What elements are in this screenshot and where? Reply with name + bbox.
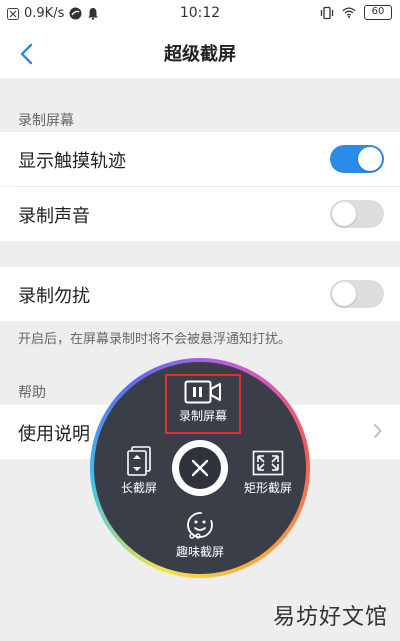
record-screen-highlight [165,374,241,434]
row-record-sound[interactable]: 录制声音 [0,187,400,241]
row-label-record-dnd: 录制勿扰 [18,286,90,307]
close-button-inner [179,447,221,489]
wifi-icon [342,6,356,20]
status-bar: 0.9K/s 10:12 60 [0,0,400,28]
section-label-record: 录制屏幕 [18,113,74,129]
page-title: 超级截屏 [164,44,236,65]
chevron-right-icon [373,423,382,439]
fun-screenshot-button[interactable]: 趣味截屏 [168,510,232,560]
row-label-show-touch: 显示触摸轨迹 [18,151,126,172]
toggle-knob [332,202,356,226]
battery-indicator: 60 [364,5,392,20]
vibrate-icon [320,6,334,20]
close-menu-button[interactable] [172,440,228,496]
long-screenshot-icon [127,446,151,476]
row-record-dnd[interactable]: 录制勿扰 [0,267,400,321]
toggle-knob [358,147,382,171]
row-label-instructions: 使用说明 [18,424,90,445]
rect-screenshot-icon [252,450,284,476]
toggle-record-dnd[interactable] [330,280,384,308]
toggle-show-touch[interactable] [330,145,384,173]
close-icon [191,459,209,477]
header: 超级截屏 [0,28,400,78]
rect-screenshot-label: 矩形截屏 [243,481,292,495]
toggle-knob [332,282,356,306]
section-label-help: 帮助 [18,385,46,401]
row-label-record-sound: 录制声音 [18,206,90,227]
watermark: 易坊好文馆 [272,605,388,630]
dnd-hint: 开启后，在屏幕录制时将不会被悬浮通知打扰。 [18,332,292,347]
smiley-scissors-icon [187,512,213,539]
row-show-touch[interactable]: 显示触摸轨迹 [0,132,400,186]
fun-screenshot-label: 趣味截屏 [175,545,224,559]
status-right: 60 [320,5,392,20]
rect-screenshot-button[interactable]: 矩形截屏 [236,450,300,496]
long-screenshot-button[interactable]: 长截屏 [112,446,166,496]
long-screenshot-label: 长截屏 [120,481,157,495]
toggle-record-sound[interactable] [330,200,384,228]
